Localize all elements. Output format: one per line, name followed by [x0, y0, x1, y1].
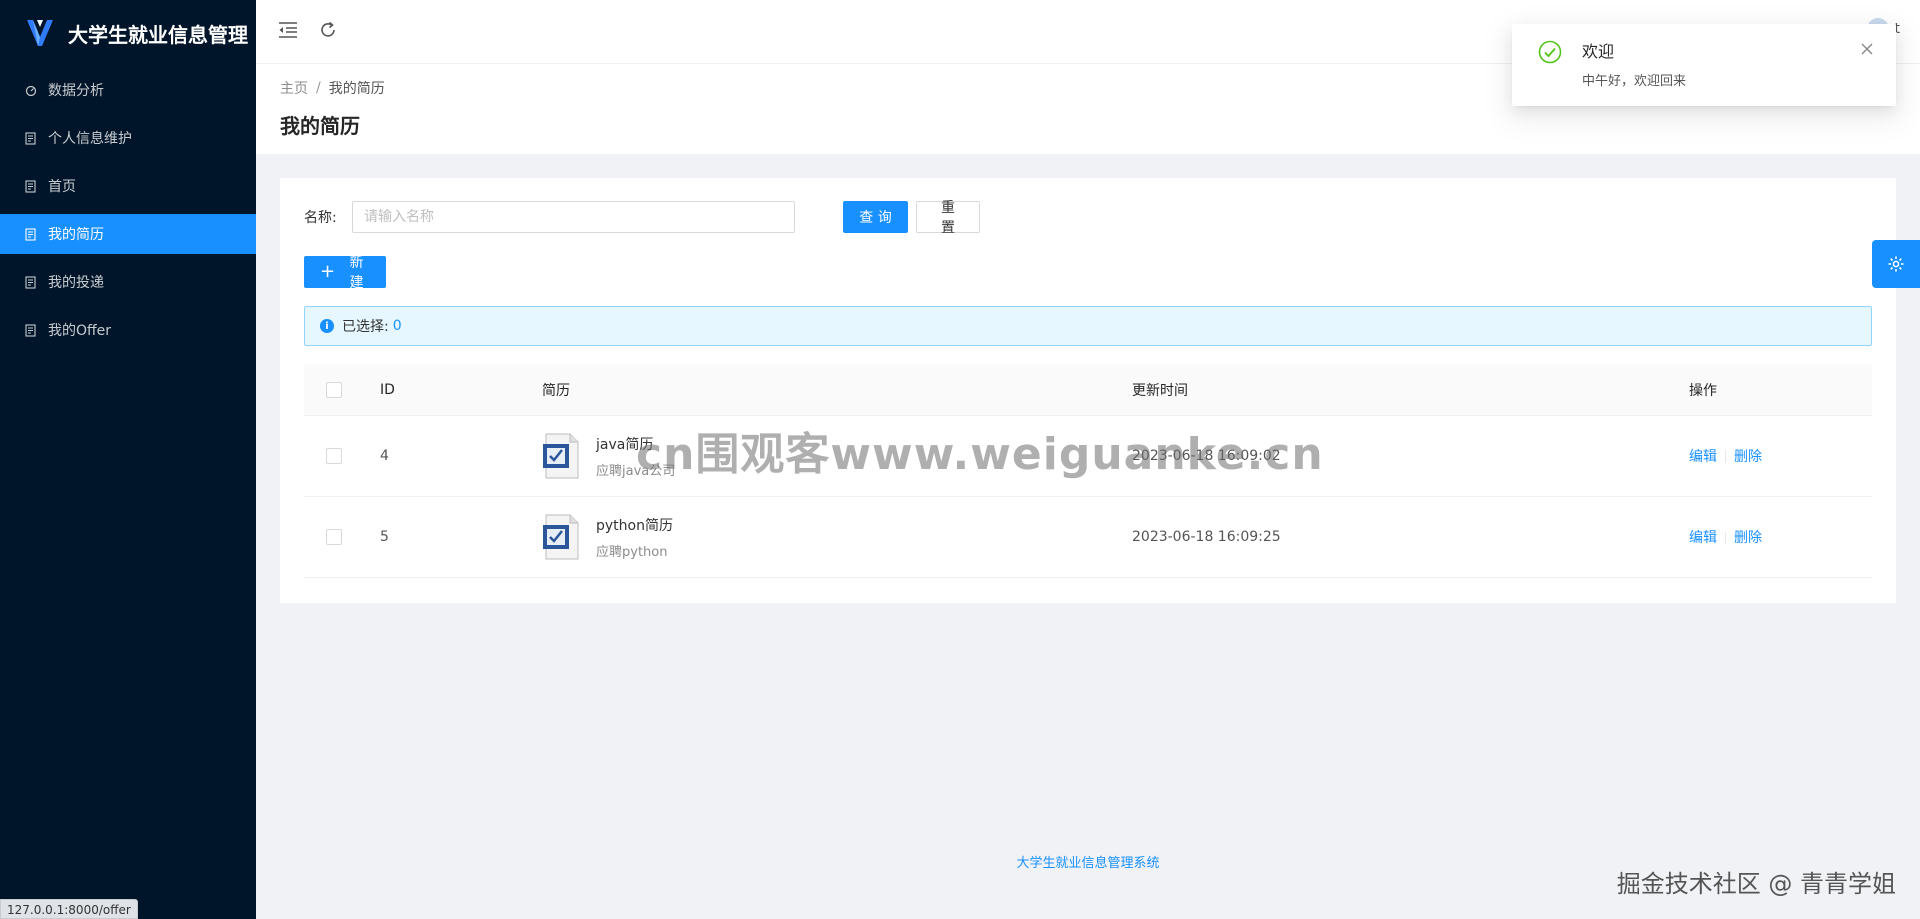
- row-id: 4: [380, 448, 389, 464]
- divider: [1725, 451, 1726, 463]
- breadcrumb-home[interactable]: 主页: [280, 78, 308, 98]
- new-button-label: 新建: [349, 255, 364, 291]
- app-title: 大学生就业信息管理: [68, 22, 248, 47]
- sidebar-item-data-analysis[interactable]: 数据分析: [0, 70, 256, 110]
- sidebar-item-label: 我的Offer: [48, 323, 112, 339]
- corner-watermark: 掘金技术社区 @ 青青学姐: [1616, 870, 1896, 898]
- offer-icon: [24, 323, 38, 337]
- profile-icon: [24, 131, 38, 145]
- table-row: 5 python简历 应聘python 2023-06-18 16:09:25 …: [304, 497, 1872, 578]
- dashboard-icon: [24, 83, 38, 97]
- delivery-icon: [24, 275, 38, 289]
- sidebar-item-my-offer[interactable]: 我的Offer: [0, 310, 256, 350]
- reload-icon[interactable]: [316, 18, 340, 42]
- sidebar: 大学生就业信息管理 数据分析 个人信息维护 首页 我的简历 我的投递 我的Off…: [0, 0, 256, 919]
- notification-title: 欢迎: [1582, 42, 1615, 61]
- selection-text: 已选择:: [342, 319, 389, 335]
- divider: [1725, 532, 1726, 544]
- breadcrumb-current: 我的简历: [328, 81, 385, 97]
- sidebar-item-label: 我的简历: [48, 227, 104, 243]
- edit-link[interactable]: 编辑: [1689, 449, 1717, 465]
- resume-description: 应聘python: [596, 544, 668, 560]
- row-id: 5: [380, 529, 389, 545]
- selection-alert: i 已选择: 0: [304, 306, 1872, 346]
- select-all-checkbox[interactable]: [326, 381, 342, 398]
- sidebar-item-home[interactable]: 首页: [0, 166, 256, 206]
- sidebar-item-label: 首页: [48, 179, 76, 195]
- logo-icon: [27, 20, 53, 46]
- row-checkbox[interactable]: [326, 448, 342, 464]
- column-header-ops: 操作: [1689, 382, 1717, 399]
- edit-link[interactable]: 编辑: [1689, 530, 1717, 546]
- logo[interactable]: 大学生就业信息管理: [0, 0, 256, 66]
- home-icon: [24, 179, 38, 193]
- sidebar-item-label: 数据分析: [48, 83, 104, 99]
- column-header-updated: 更新时间: [1132, 382, 1188, 399]
- delete-link[interactable]: 删除: [1734, 449, 1762, 465]
- selection-count: 0: [392, 318, 402, 334]
- delete-link[interactable]: 删除: [1734, 530, 1762, 546]
- info-icon: i: [320, 319, 334, 333]
- sidebar-item-my-resume[interactable]: 我的简历: [0, 214, 256, 254]
- check-circle-icon: [1538, 40, 1562, 64]
- menu-fold-icon[interactable]: [276, 18, 300, 42]
- word-document-icon: [543, 433, 579, 479]
- column-header-id: ID: [380, 381, 395, 398]
- sidebar-item-profile[interactable]: 个人信息维护: [0, 118, 256, 158]
- sidebar-item-my-delivery[interactable]: 我的投递: [0, 262, 256, 302]
- sidebar-menu: 数据分析 个人信息维护 首页 我的简历 我的投递 我的Offer: [0, 70, 256, 350]
- row-checkbox[interactable]: [326, 529, 342, 545]
- column-header-resume: 简历: [542, 382, 570, 399]
- search-label: 名称:: [304, 210, 337, 226]
- status-bar-url: 127.0.0.1:8000/offer: [0, 899, 138, 919]
- word-document-icon: [543, 514, 579, 560]
- resume-icon: [24, 227, 38, 241]
- close-icon[interactable]: [1860, 42, 1874, 56]
- settings-drawer-button[interactable]: [1872, 240, 1920, 288]
- resume-name[interactable]: python简历: [596, 515, 673, 535]
- breadcrumb-separator: /: [316, 80, 321, 96]
- page-title: 我的简历: [280, 114, 360, 138]
- sidebar-item-label: 我的投递: [48, 275, 104, 291]
- reset-button[interactable]: 重 置: [916, 200, 980, 236]
- content-card: 名称: 查 询 重 置 + 新建 i 已选择: 0 ID 简历 更新时间 操作 …: [280, 178, 1896, 603]
- query-button[interactable]: 查 询: [843, 201, 908, 233]
- plus-icon: +: [320, 261, 336, 282]
- search-form: 名称: 查 询 重 置: [304, 200, 1872, 236]
- watermark-text: cn围观客www.weiguanke.cn: [636, 429, 1324, 480]
- table-header: ID 简历 更新时间 操作: [304, 364, 1872, 416]
- gear-icon: [1888, 256, 1904, 272]
- name-search-input[interactable]: [352, 201, 795, 233]
- row-updated-time: 2023-06-18 16:09:25: [1132, 529, 1281, 545]
- welcome-notification: 欢迎 中午好，欢迎回来: [1512, 24, 1896, 106]
- new-resume-button[interactable]: + 新建: [304, 255, 386, 291]
- notification-message: 中午好，欢迎回来: [1582, 74, 1687, 89]
- sidebar-item-label: 个人信息维护: [48, 131, 132, 147]
